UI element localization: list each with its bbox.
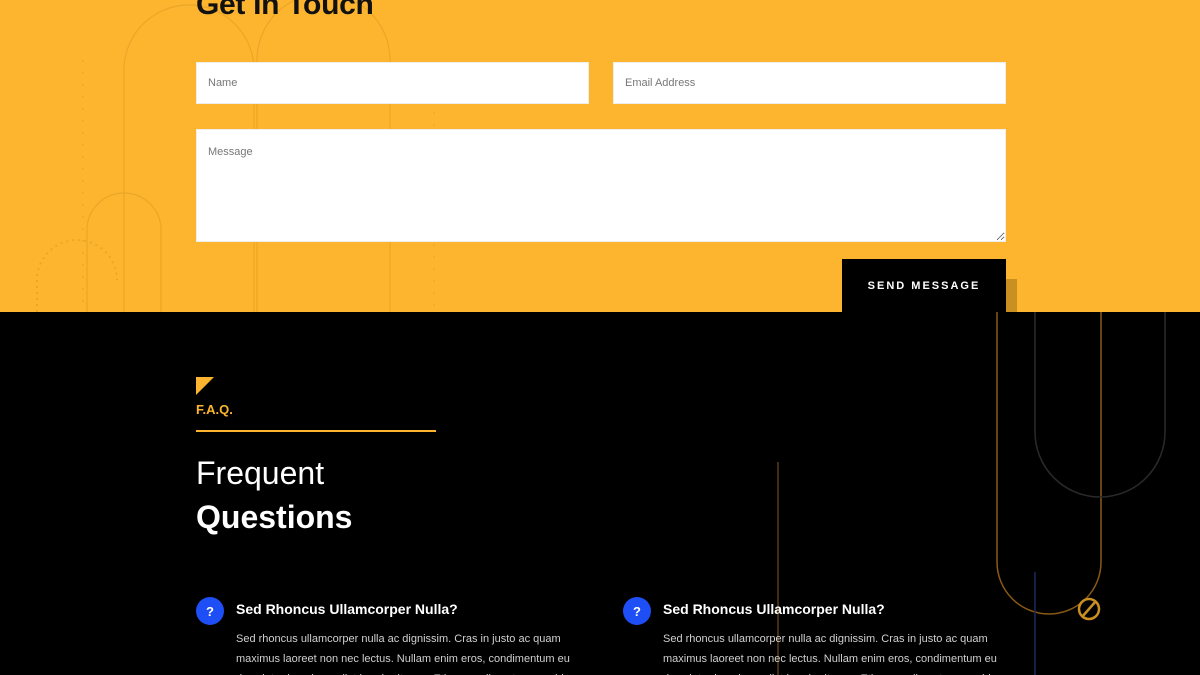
question-icon: ?	[196, 597, 224, 625]
arch-shape	[996, 312, 1102, 615]
message-field[interactable]	[196, 129, 1006, 242]
contact-section: Get In Touch	[0, 0, 1200, 312]
decorative-lines	[777, 312, 1166, 675]
name-field[interactable]	[196, 62, 589, 104]
faq-question: Sed Rhoncus Ullamcorper Nulla?	[663, 601, 885, 617]
triangle-icon	[196, 377, 214, 395]
arch-shape	[1034, 312, 1166, 498]
faq-answer: Sed rhoncus ullamcorper nulla ac digniss…	[663, 633, 997, 675]
email-field[interactable]	[613, 62, 1006, 104]
faq-question: Sed Rhoncus Ullamcorper Nulla?	[236, 601, 458, 617]
section-heading-light: Frequent	[196, 455, 325, 491]
faq-section: F.A.Q. Frequent Questions ? Sed Rhoncus …	[0, 312, 1200, 675]
dotted-arch	[36, 239, 118, 312]
divider	[196, 430, 436, 432]
slash-line	[1081, 600, 1097, 618]
send-message-button[interactable]: SEND MESSAGE	[842, 259, 1006, 312]
faq-answer: Sed rhoncus ullamcorper nulla ac digniss…	[236, 633, 570, 675]
section-heading-bold: Questions	[196, 499, 353, 535]
question-icon: ?	[623, 597, 651, 625]
page-title: Get In Touch	[196, 0, 374, 21]
faq-label: F.A.Q.	[196, 402, 233, 417]
